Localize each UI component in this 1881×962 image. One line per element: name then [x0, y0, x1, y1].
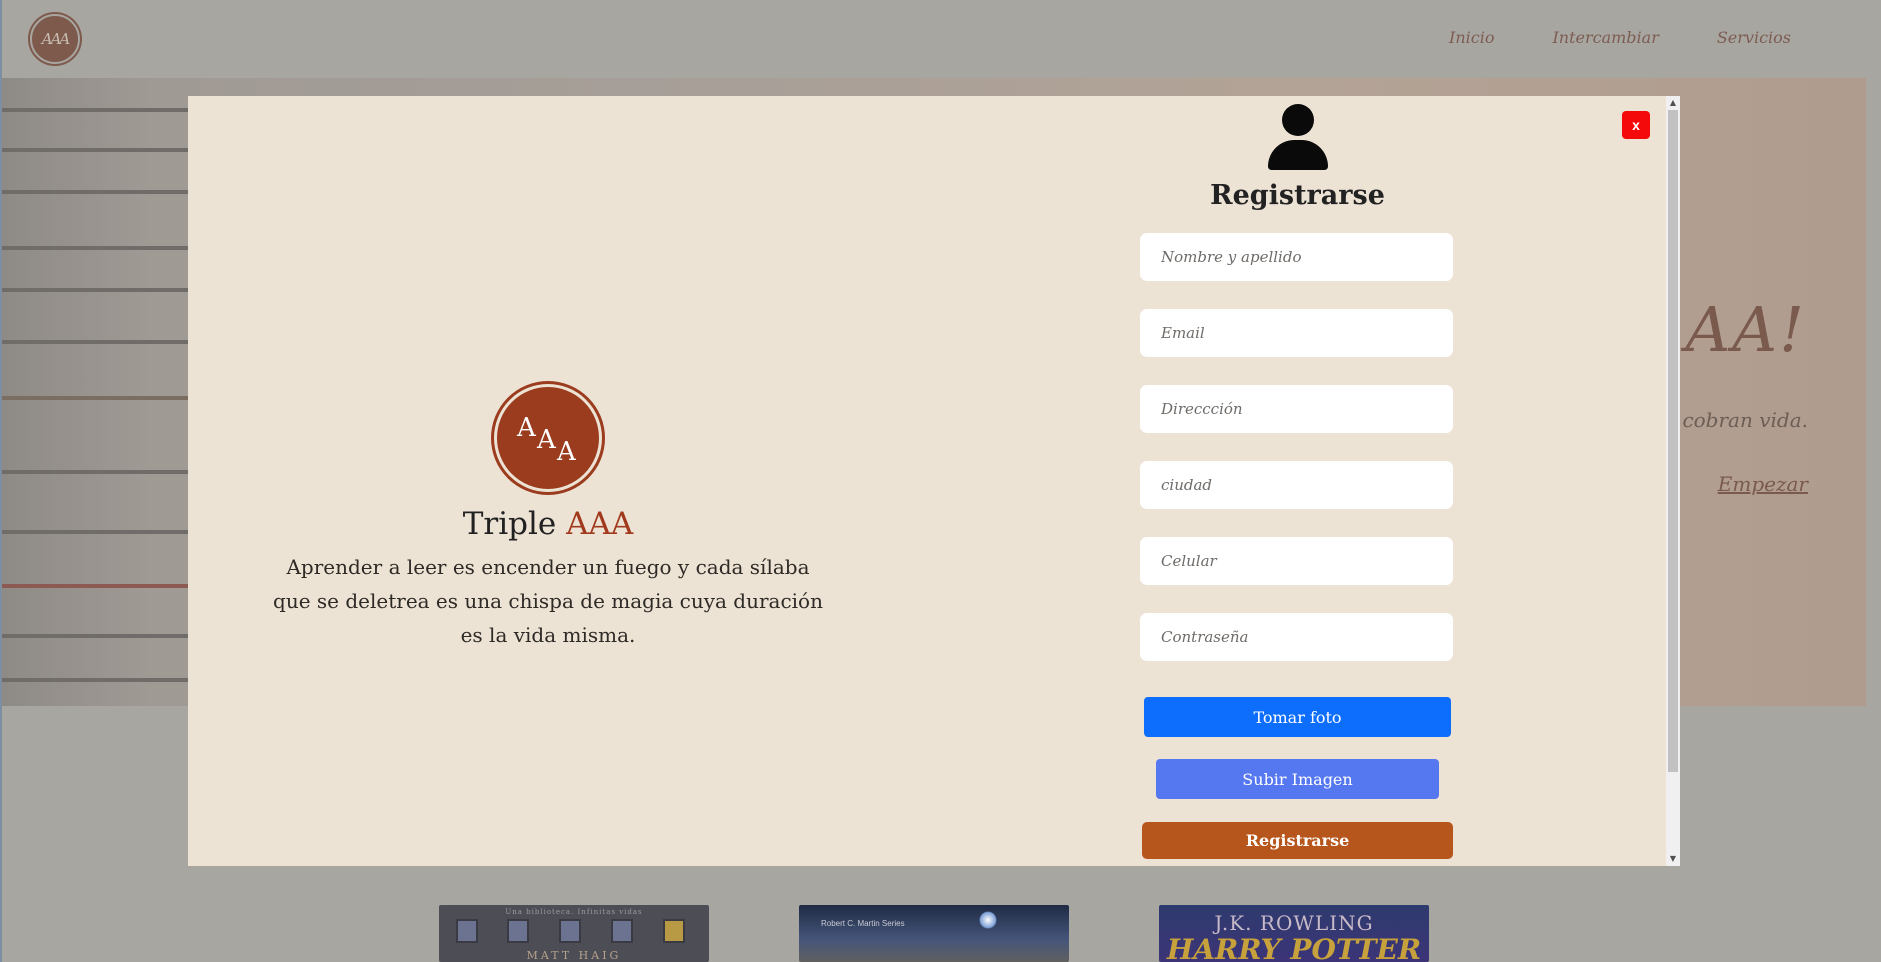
- brand-name-accent: AAA: [566, 506, 634, 542]
- book-author: MATT HAIG: [526, 949, 622, 962]
- window-icon: [507, 919, 529, 943]
- city-field[interactable]: [1140, 461, 1453, 509]
- site-logo[interactable]: AAA: [30, 14, 80, 64]
- book-cover[interactable]: Robert C. Martin Series: [799, 905, 1069, 962]
- close-button[interactable]: x: [1622, 111, 1650, 139]
- form-title: Registrarse: [1210, 180, 1385, 211]
- nav-link-inicio[interactable]: Inicio: [1449, 28, 1494, 47]
- book-author: J.K. ROWLING: [1214, 911, 1374, 935]
- email-field[interactable]: [1140, 309, 1453, 357]
- book-tagline: Una biblioteca. Infinitas vidas: [505, 908, 643, 916]
- logo-letter: A: [537, 425, 556, 455]
- book-cover[interactable]: Una biblioteca. Infinitas vidas MATT HAI…: [439, 905, 709, 962]
- take-photo-button[interactable]: Tomar foto: [1144, 697, 1451, 737]
- register-modal: x ▲ ▼ A A A Triple AAA Aprender a leer e…: [188, 96, 1680, 866]
- brand-name: Triple AAA: [268, 506, 828, 542]
- light-icon: [979, 911, 997, 929]
- scroll-down-icon[interactable]: ▼: [1666, 852, 1680, 866]
- book-title: HARRY POTTER: [1166, 933, 1422, 962]
- address-field[interactable]: [1140, 385, 1453, 433]
- brand-panel: A A A Triple AAA Aprender a leer es ence…: [268, 384, 828, 652]
- scrollbar-thumb[interactable]: [1668, 110, 1678, 772]
- brand-name-prefix: Triple: [462, 506, 557, 542]
- register-form: Registrarse Tomar foto Subir Imagen Regi…: [1140, 104, 1455, 859]
- nav-links: Inicio Intercambiar Servicios: [1449, 28, 1791, 47]
- brand-quote: Aprender a leer es encender un fuego y c…: [273, 555, 823, 647]
- scroll-up-icon[interactable]: ▲: [1666, 96, 1680, 110]
- hero-books-image: [2, 78, 192, 706]
- logo-letter: A: [557, 437, 576, 467]
- logo-letter: A: [517, 413, 536, 443]
- modal-scrollbar[interactable]: ▲ ▼: [1666, 96, 1680, 866]
- top-navbar: AAA Inicio Intercambiar Servicios: [0, 0, 1866, 78]
- window-icon: [611, 919, 633, 943]
- window-icon: [559, 919, 581, 943]
- brand-logo: A A A: [494, 384, 602, 492]
- user-icon: [1266, 104, 1330, 170]
- book-cover[interactable]: J.K. ROWLING HARRY POTTER: [1159, 905, 1429, 962]
- register-button[interactable]: Registrarse: [1142, 822, 1453, 859]
- phone-field[interactable]: [1140, 537, 1453, 585]
- nav-link-servicios[interactable]: Servicios: [1717, 28, 1791, 47]
- window-icon: [456, 919, 478, 943]
- nav-link-intercambiar[interactable]: Intercambiar: [1552, 28, 1658, 47]
- upload-image-button[interactable]: Subir Imagen: [1156, 759, 1439, 799]
- full-name-field[interactable]: [1140, 233, 1453, 281]
- window-icon: [663, 919, 685, 943]
- password-field[interactable]: [1140, 613, 1453, 661]
- hero-start-link[interactable]: Empezar: [1718, 472, 1808, 496]
- book-series: Robert C. Martin Series: [821, 919, 905, 928]
